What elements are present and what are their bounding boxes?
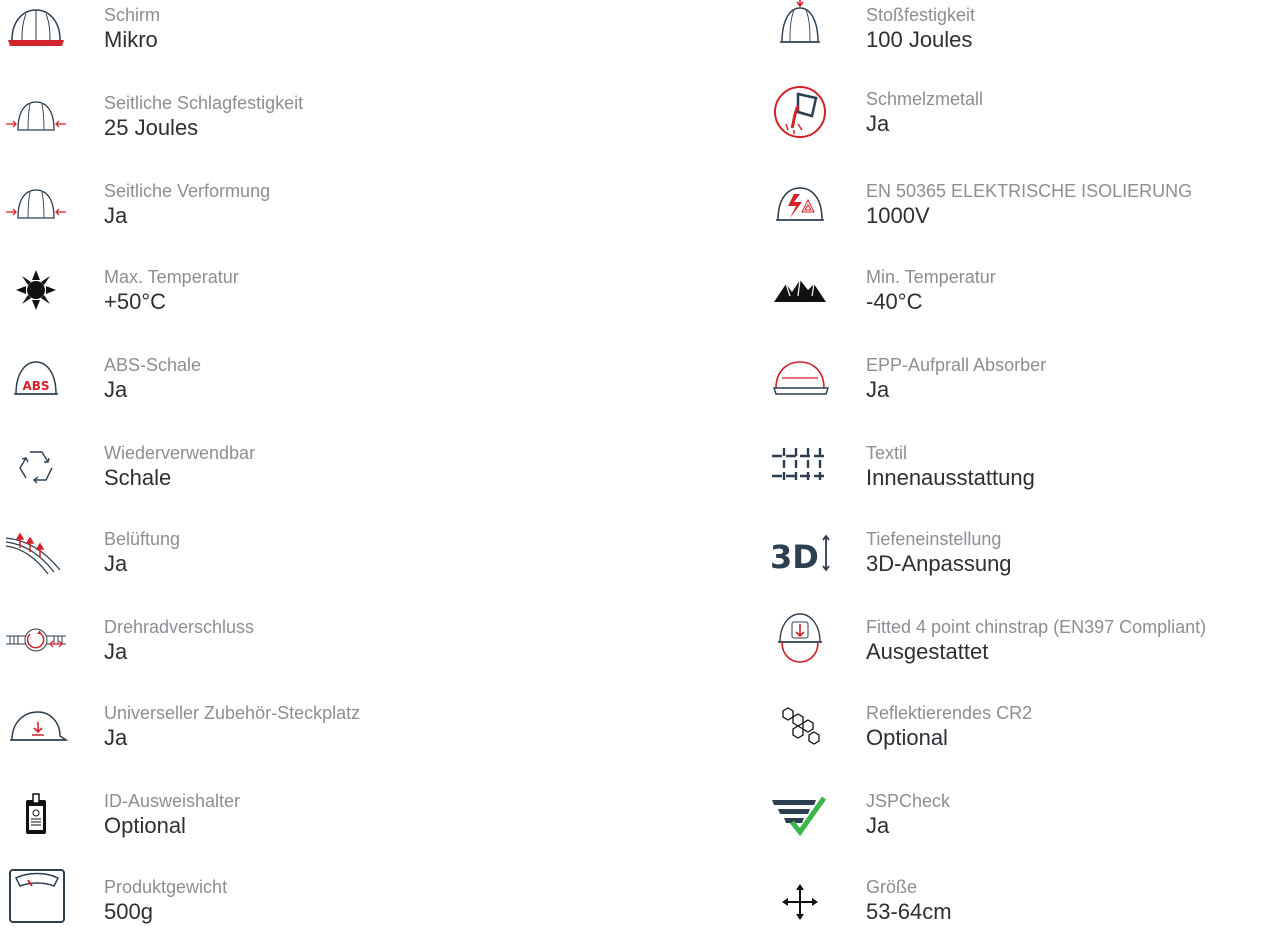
spec-row-side-deformation: Seitliche Verformung Ja — [0, 176, 700, 246]
spec-value: -40°C — [866, 289, 923, 314]
spec-value: Optional — [104, 813, 186, 838]
textile-icon — [768, 444, 832, 488]
spec-label: Fitted 4 point chinstrap (EN397 Complian… — [866, 617, 1207, 637]
sun-heat-icon — [4, 268, 68, 312]
reflective-icon — [768, 704, 832, 748]
electrical-insulation-icon — [768, 182, 832, 226]
abs-shell-icon: ABS — [4, 356, 68, 400]
svg-text:ABS: ABS — [22, 379, 49, 393]
spec-row-abs: ABS ABS-Schale Ja — [0, 350, 700, 420]
spec-value: 500g — [104, 899, 153, 924]
spec-label: Größe — [866, 877, 918, 897]
spec-label: Drehradverschluss — [104, 617, 255, 637]
spec-row-jspcheck: JSPCheck Ja — [760, 786, 1284, 856]
molten-metal-icon — [768, 84, 832, 140]
accessory-slot-icon — [4, 704, 68, 748]
spec-value: 53-64cm — [866, 899, 952, 924]
spec-row-size: Größe 53-64cm — [760, 872, 1284, 942]
jspcheck-icon — [768, 792, 832, 836]
3d-adjust-icon: 3D — [768, 530, 832, 574]
epp-liner-icon — [768, 356, 832, 400]
helmet-red-brim-icon — [4, 6, 68, 50]
spec-value: 3D-Anpassung — [866, 551, 1012, 576]
spec-row-wheel: Drehradverschluss Ja — [0, 612, 700, 682]
id-badge-icon — [4, 792, 68, 836]
spec-label: ID-Ausweishalter — [104, 791, 241, 811]
spec-row-reflective: Reflektierendes CR2 Optional — [760, 698, 1284, 768]
spec-label: Min. Temperatur — [866, 267, 996, 287]
spec-value: Ja — [104, 725, 128, 750]
spec-value: Ja — [104, 203, 128, 228]
spec-value: 1000V — [866, 203, 930, 228]
spec-row-id-badge: ID-Ausweishalter Optional — [0, 786, 700, 856]
spec-value: Ja — [104, 639, 128, 664]
spec-row-recycle: Wiederverwendbar Schale — [0, 438, 700, 508]
ventilation-icon — [4, 530, 68, 574]
spec-value: Ja — [866, 813, 890, 838]
chinstrap-icon — [768, 610, 832, 664]
spec-row-textile: Textil Innenausstattung — [760, 438, 1284, 508]
spec-row-accessory: Universeller Zubehör-Steckplatz Ja — [0, 698, 700, 768]
spec-label: Max. Temperatur — [104, 267, 239, 287]
spec-value: Ja — [866, 377, 890, 402]
spec-label: Seitliche Verformung — [104, 181, 271, 201]
spec-label: ABS-Schale — [104, 355, 202, 375]
spec-value: Ausgestattet — [866, 639, 989, 664]
side-impact-icon — [4, 94, 68, 138]
spec-label: Wiederverwendbar — [104, 443, 256, 463]
spec-label: Belüftung — [104, 529, 181, 549]
spec-row-molten-metal: Schmelzmetall Ja — [760, 84, 1284, 154]
size-arrows-icon — [768, 878, 832, 922]
spec-row-epp: EPP-Aufprall Absorber Ja — [760, 350, 1284, 420]
spec-label: Reflektierendes CR2 — [866, 703, 1033, 723]
spec-value: Optional — [866, 725, 948, 750]
spec-label: EN 50365 ELEKTRISCHE ISOLIERUNG — [866, 181, 1193, 201]
spec-label: Textil — [866, 443, 908, 463]
spec-value: Schale — [104, 465, 172, 490]
wheel-ratchet-icon — [4, 618, 68, 662]
spec-label: Schirm — [104, 5, 161, 25]
mountain-cold-icon — [768, 268, 832, 312]
svg-text:3D: 3D — [770, 538, 819, 574]
spec-label: Schmelzmetall — [866, 89, 984, 109]
spec-label: EPP-Aufprall Absorber — [866, 355, 1047, 375]
top-impact-icon — [768, 0, 832, 52]
spec-label: Seitliche Schlagfestigkeit — [104, 93, 304, 113]
spec-value: Ja — [104, 551, 128, 576]
spec-row-chinstrap: Fitted 4 point chinstrap (EN397 Complian… — [760, 612, 1284, 682]
spec-value: 100 Joules — [866, 27, 973, 52]
spec-label: Produktgewicht — [104, 877, 228, 897]
spec-row-schirm: Schirm Mikro — [0, 0, 700, 70]
spec-row-electrical: EN 50365 ELEKTRISCHE ISOLIERUNG 1000V — [760, 176, 1284, 246]
spec-row-3d: 3D Tiefeneinstellung 3D-Anpassung — [760, 524, 1284, 594]
spec-value: Innenausstattung — [866, 465, 1035, 490]
spec-value: 25 Joules — [104, 115, 199, 140]
spec-row-min-temp: Min. Temperatur -40°C — [760, 262, 1284, 332]
spec-row-impact: Stoßfestigkeit 100 Joules — [760, 0, 1284, 70]
spec-label: Universeller Zubehör-Steckplatz — [104, 703, 361, 723]
spec-label: Tiefeneinstellung — [866, 529, 1002, 549]
spec-row-weight: Produktgewicht 500g — [0, 869, 700, 942]
spec-value: Mikro — [104, 27, 158, 52]
weight-scale-icon — [4, 868, 68, 924]
spec-value: Ja — [866, 111, 890, 136]
spec-value: +50°C — [104, 289, 167, 314]
spec-row-ventilation: Belüftung Ja — [0, 524, 700, 594]
spec-label: JSPCheck — [866, 791, 951, 811]
recycle-icon — [4, 444, 68, 488]
side-deformation-icon — [4, 182, 68, 226]
spec-label: Stoßfestigkeit — [866, 5, 976, 25]
spec-row-max-temp: Max. Temperatur +50°C — [0, 262, 700, 332]
spec-value: Ja — [104, 377, 128, 402]
spec-row-side-impact: Seitliche Schlagfestigkeit 25 Joules — [0, 88, 700, 158]
